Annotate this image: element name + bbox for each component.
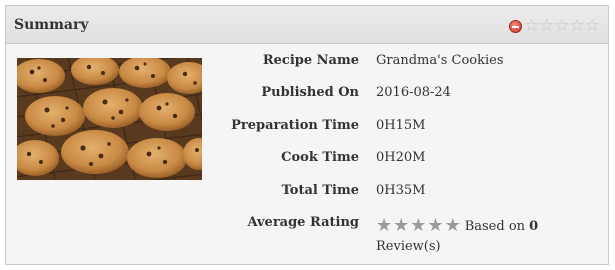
based-on-prefix: Based on (464, 218, 526, 234)
published-on-value: 2016-08-24 (376, 85, 451, 100)
cook-time-value: 0H20M (376, 150, 426, 165)
rate-star-3-icon[interactable]: ☆ (554, 18, 569, 35)
summary-panel: Summary ☆ ☆ ☆ ☆ ☆ Recipe Name Grandma's … (5, 5, 609, 265)
review-count: 0 (529, 218, 539, 234)
average-rating-label: Average Rating (247, 215, 359, 230)
average-star-3-icon: ★ (410, 215, 427, 236)
rate-star-1-icon[interactable]: ☆ (524, 18, 539, 35)
average-rating-stars: ★ ★ ★ ★ ★ Based on 0 (376, 217, 538, 235)
preparation-time-value: 0H15M (376, 118, 426, 133)
recipe-name-value: Grandma's Cookies (376, 53, 504, 68)
cook-time-label: Cook Time (281, 150, 359, 165)
recipe-photo (17, 58, 202, 180)
total-time-label: Total Time (281, 183, 359, 198)
rate-star-4-icon[interactable]: ☆ (570, 18, 585, 35)
recipe-name-label: Recipe Name (262, 53, 359, 68)
rate-star-5-icon[interactable]: ☆ (585, 18, 600, 35)
average-star-5-icon: ★ (444, 215, 461, 236)
average-star-2-icon: ★ (393, 215, 410, 236)
cancel-rating-icon[interactable] (508, 19, 522, 33)
summary-title: Summary (14, 17, 89, 33)
preparation-time-label: Preparation Time (231, 118, 359, 133)
summary-header: Summary ☆ ☆ ☆ ☆ ☆ (6, 6, 608, 44)
reviews-suffix: Review(s) (376, 239, 441, 254)
rating-widget: ☆ ☆ ☆ ☆ ☆ (508, 18, 600, 35)
total-time-value: 0H35M (376, 183, 426, 198)
published-on-label: Published On (261, 85, 359, 100)
cookie-photo-icon (17, 58, 202, 180)
average-star-4-icon: ★ (427, 215, 444, 236)
average-star-1-icon: ★ (376, 215, 393, 236)
based-on-text: Based on 0 (465, 219, 539, 234)
rate-star-2-icon[interactable]: ☆ (539, 18, 554, 35)
